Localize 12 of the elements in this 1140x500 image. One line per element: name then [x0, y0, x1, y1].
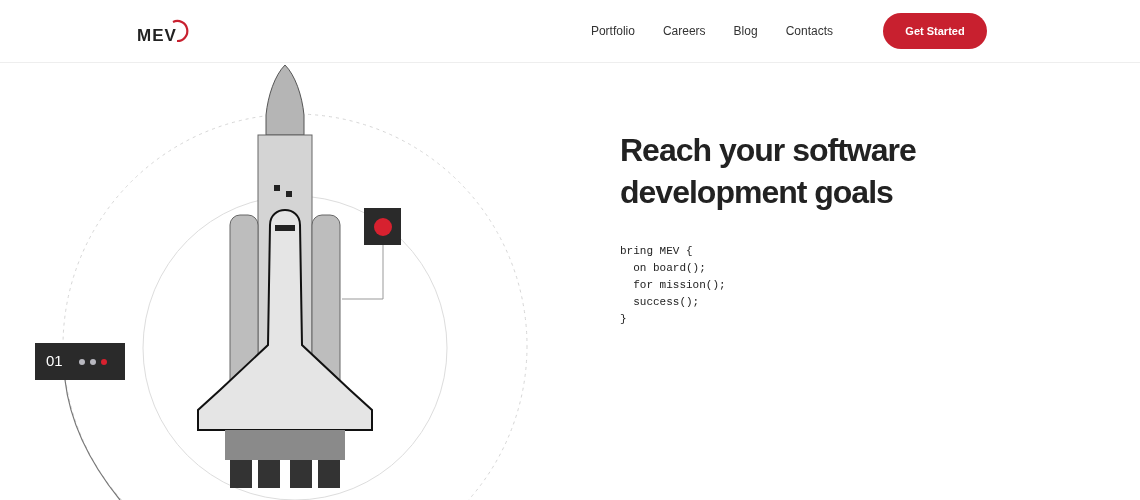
marker-square[interactable] [364, 208, 401, 245]
get-started-button[interactable]: Get Started [883, 13, 987, 49]
nav-link[interactable]: Contacts [785, 22, 833, 40]
nav-link[interactable]: Careers [662, 22, 706, 40]
logo[interactable]: MEV [137, 16, 191, 46]
leader-line [341, 244, 384, 300]
slide-number: 01 [46, 351, 63, 372]
logo-text: MEV [137, 27, 177, 46]
hero-heading: Reach your software development goals [620, 131, 916, 212]
nav-link[interactable]: Portfolio [590, 22, 635, 40]
nav-link[interactable]: Blog [733, 22, 758, 40]
code-snippet: bring MEV { on board(); for mission(); success(); } [620, 244, 727, 327]
